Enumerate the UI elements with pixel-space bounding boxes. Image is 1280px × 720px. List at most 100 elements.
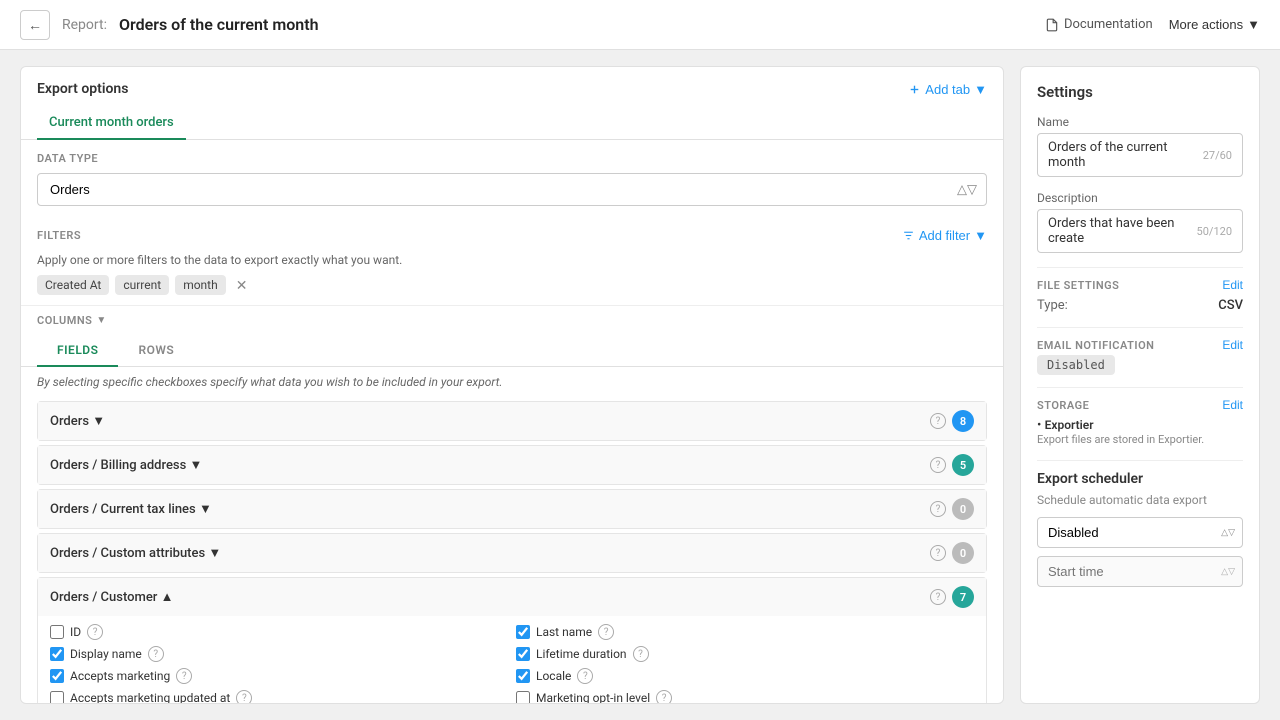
customer-help-icon[interactable]: ?	[930, 589, 946, 605]
add-tab-label: Add tab	[925, 82, 970, 97]
tab-label: Current month orders	[49, 115, 174, 130]
orders-help-icon[interactable]: ?	[930, 413, 946, 429]
file-type-row: Type: CSV	[1037, 298, 1243, 313]
checkbox-id: ID ?	[50, 624, 508, 640]
clear-filters-button[interactable]: ✕	[236, 277, 248, 294]
billing-count-badge: 5	[952, 454, 974, 476]
documentation-link[interactable]: Documentation	[1045, 17, 1153, 32]
back-button[interactable]: ←	[20, 10, 50, 40]
name-input-wrapper[interactable]: Orders of the current month 27/60	[1037, 133, 1243, 177]
locale-help-icon[interactable]: ?	[577, 668, 593, 684]
checkbox-accepts-marketing-label: Accepts marketing	[70, 669, 170, 683]
scheduler-select[interactable]: Disabled	[1037, 517, 1243, 548]
custom-help-icon[interactable]: ?	[930, 545, 946, 561]
field-group-custom: Orders / Custom attributes ▼ ? 0	[37, 533, 987, 573]
start-time-input[interactable]	[1037, 556, 1243, 587]
description-input-wrapper[interactable]: Orders that have been create 50/120	[1037, 209, 1243, 253]
field-group-billing-right: ? 5	[930, 454, 974, 476]
add-filter-chevron: ▼	[974, 228, 987, 243]
storage-section: STORAGE Edit • Exportier Export files ar…	[1037, 398, 1243, 446]
checkbox-locale-label: Locale	[536, 669, 571, 683]
field-group-customer-right: ? 7	[930, 586, 974, 608]
display-name-help-icon[interactable]: ?	[148, 646, 164, 662]
scheduler-title: Export scheduler	[1037, 471, 1243, 487]
add-filter-button[interactable]: Add filter ▼	[902, 228, 987, 243]
topbar: ← Report: Orders of the current month Do…	[0, 0, 1280, 50]
divider-4	[1037, 460, 1243, 461]
data-type-select[interactable]: Orders	[37, 173, 987, 206]
chevron-down-icon: ▼	[1247, 17, 1260, 32]
field-group-tax-right: ? 0	[930, 498, 974, 520]
checkbox-last-name: Last name ?	[516, 624, 974, 640]
id-help-icon[interactable]: ?	[87, 624, 103, 640]
checkbox-last-name-label: Last name	[536, 625, 592, 639]
field-group-tax: Orders / Current tax lines ▼ ? 0	[37, 489, 987, 529]
tax-help-icon[interactable]: ?	[930, 501, 946, 517]
file-settings-label: FILE SETTINGS	[1037, 279, 1119, 292]
checkbox-id-input[interactable]	[50, 625, 64, 639]
columns-chevron-icon: ▼	[96, 315, 106, 326]
tab-current-month-orders[interactable]: Current month orders	[37, 107, 186, 140]
field-group-custom-header[interactable]: Orders / Custom attributes ▼ ? 0	[38, 534, 986, 572]
tab-rows[interactable]: ROWS	[118, 335, 194, 367]
checkbox-locale-input[interactable]	[516, 669, 530, 683]
checkbox-display-name: Display name ?	[50, 646, 508, 662]
email-notification-label: EMAIL NOTIFICATION	[1037, 339, 1154, 352]
add-tab-button[interactable]: Add tab ▼	[908, 82, 987, 97]
name-section: Name Orders of the current month 27/60	[1037, 115, 1243, 177]
file-settings-edit-button[interactable]: Edit	[1222, 278, 1243, 292]
tab-fields[interactable]: FIELDS	[37, 335, 118, 367]
custom-count-badge: 0	[952, 542, 974, 564]
description-value: Orders that have been create	[1048, 216, 1197, 246]
checkbox-accepts-marketing-updated-at: Accepts marketing updated at ?	[50, 690, 508, 704]
email-notification-section: EMAIL NOTIFICATION Edit Disabled	[1037, 338, 1243, 373]
more-actions-button[interactable]: More actions ▼	[1169, 17, 1260, 32]
filter-tag-current: current	[115, 275, 169, 295]
checkbox-last-name-input[interactable]	[516, 625, 530, 639]
field-group-billing-header[interactable]: Orders / Billing address ▼ ? 5	[38, 446, 986, 484]
field-group-tax-name: Orders / Current tax lines ▼	[50, 501, 212, 517]
storage-header: STORAGE Edit	[1037, 398, 1243, 412]
checkbox-marketing-opt-in-input[interactable]	[516, 691, 530, 704]
checkbox-lifetime-duration-input[interactable]	[516, 647, 530, 661]
divider-1	[1037, 267, 1243, 268]
more-actions-label: More actions	[1169, 17, 1243, 32]
marketing-opt-in-help-icon[interactable]: ?	[656, 690, 672, 704]
type-value: CSV	[1218, 298, 1243, 313]
checkbox-accepts-marketing-updated-at-label: Accepts marketing updated at	[70, 691, 230, 704]
field-group-customer: Orders / Customer ▲ ? 7 ID ? Last name ?	[37, 577, 987, 704]
field-group-customer-header[interactable]: Orders / Customer ▲ ? 7	[38, 578, 986, 616]
field-group-orders-right: ? 8	[930, 410, 974, 432]
storage-description: Export files are stored in Exportier.	[1037, 433, 1243, 446]
export-options-header: Export options Add tab ▼	[21, 67, 1003, 97]
export-scheduler-section: Export scheduler Schedule automatic data…	[1037, 471, 1243, 587]
description-char-count: 50/120	[1197, 225, 1232, 238]
field-group-tax-header[interactable]: Orders / Current tax lines ▼ ? 0	[38, 490, 986, 528]
field-group-orders-name: Orders ▼	[50, 413, 105, 429]
checkbox-accepts-marketing-updated-at-input[interactable]	[50, 691, 64, 704]
filter-tag-month: month	[175, 275, 226, 295]
checkbox-display-name-label: Display name	[70, 647, 142, 661]
field-group-customer-body: ID ? Last name ? Display name ? Lifetime…	[38, 616, 986, 704]
checkbox-accepts-marketing-input[interactable]	[50, 669, 64, 683]
report-title: Orders of the current month	[119, 15, 319, 34]
export-options-title: Export options	[37, 81, 128, 97]
lifetime-duration-help-icon[interactable]: ?	[633, 646, 649, 662]
fields-tab-label: FIELDS	[57, 343, 98, 357]
accepts-marketing-help-icon[interactable]: ?	[176, 668, 192, 684]
documentation-label: Documentation	[1064, 17, 1153, 32]
field-group-orders-header[interactable]: Orders ▼ ? 8	[38, 402, 986, 440]
accepts-marketing-updated-at-help-icon[interactable]: ?	[236, 690, 252, 704]
left-panel: Export options Add tab ▼ Current month o…	[20, 66, 1004, 704]
name-value: Orders of the current month	[1048, 140, 1203, 170]
file-settings-header: FILE SETTINGS Edit	[1037, 278, 1243, 292]
columns-header: COLUMNS ▼	[21, 305, 1003, 335]
filters-body: Apply one or more filters to the data to…	[21, 249, 1003, 305]
checkbox-display-name-input[interactable]	[50, 647, 64, 661]
type-label: Type:	[1037, 298, 1068, 313]
email-notification-edit-button[interactable]: Edit	[1222, 338, 1243, 352]
last-name-help-icon[interactable]: ?	[598, 624, 614, 640]
billing-help-icon[interactable]: ?	[930, 457, 946, 473]
storage-edit-button[interactable]: Edit	[1222, 398, 1243, 412]
main-content: Export options Add tab ▼ Current month o…	[0, 50, 1280, 720]
